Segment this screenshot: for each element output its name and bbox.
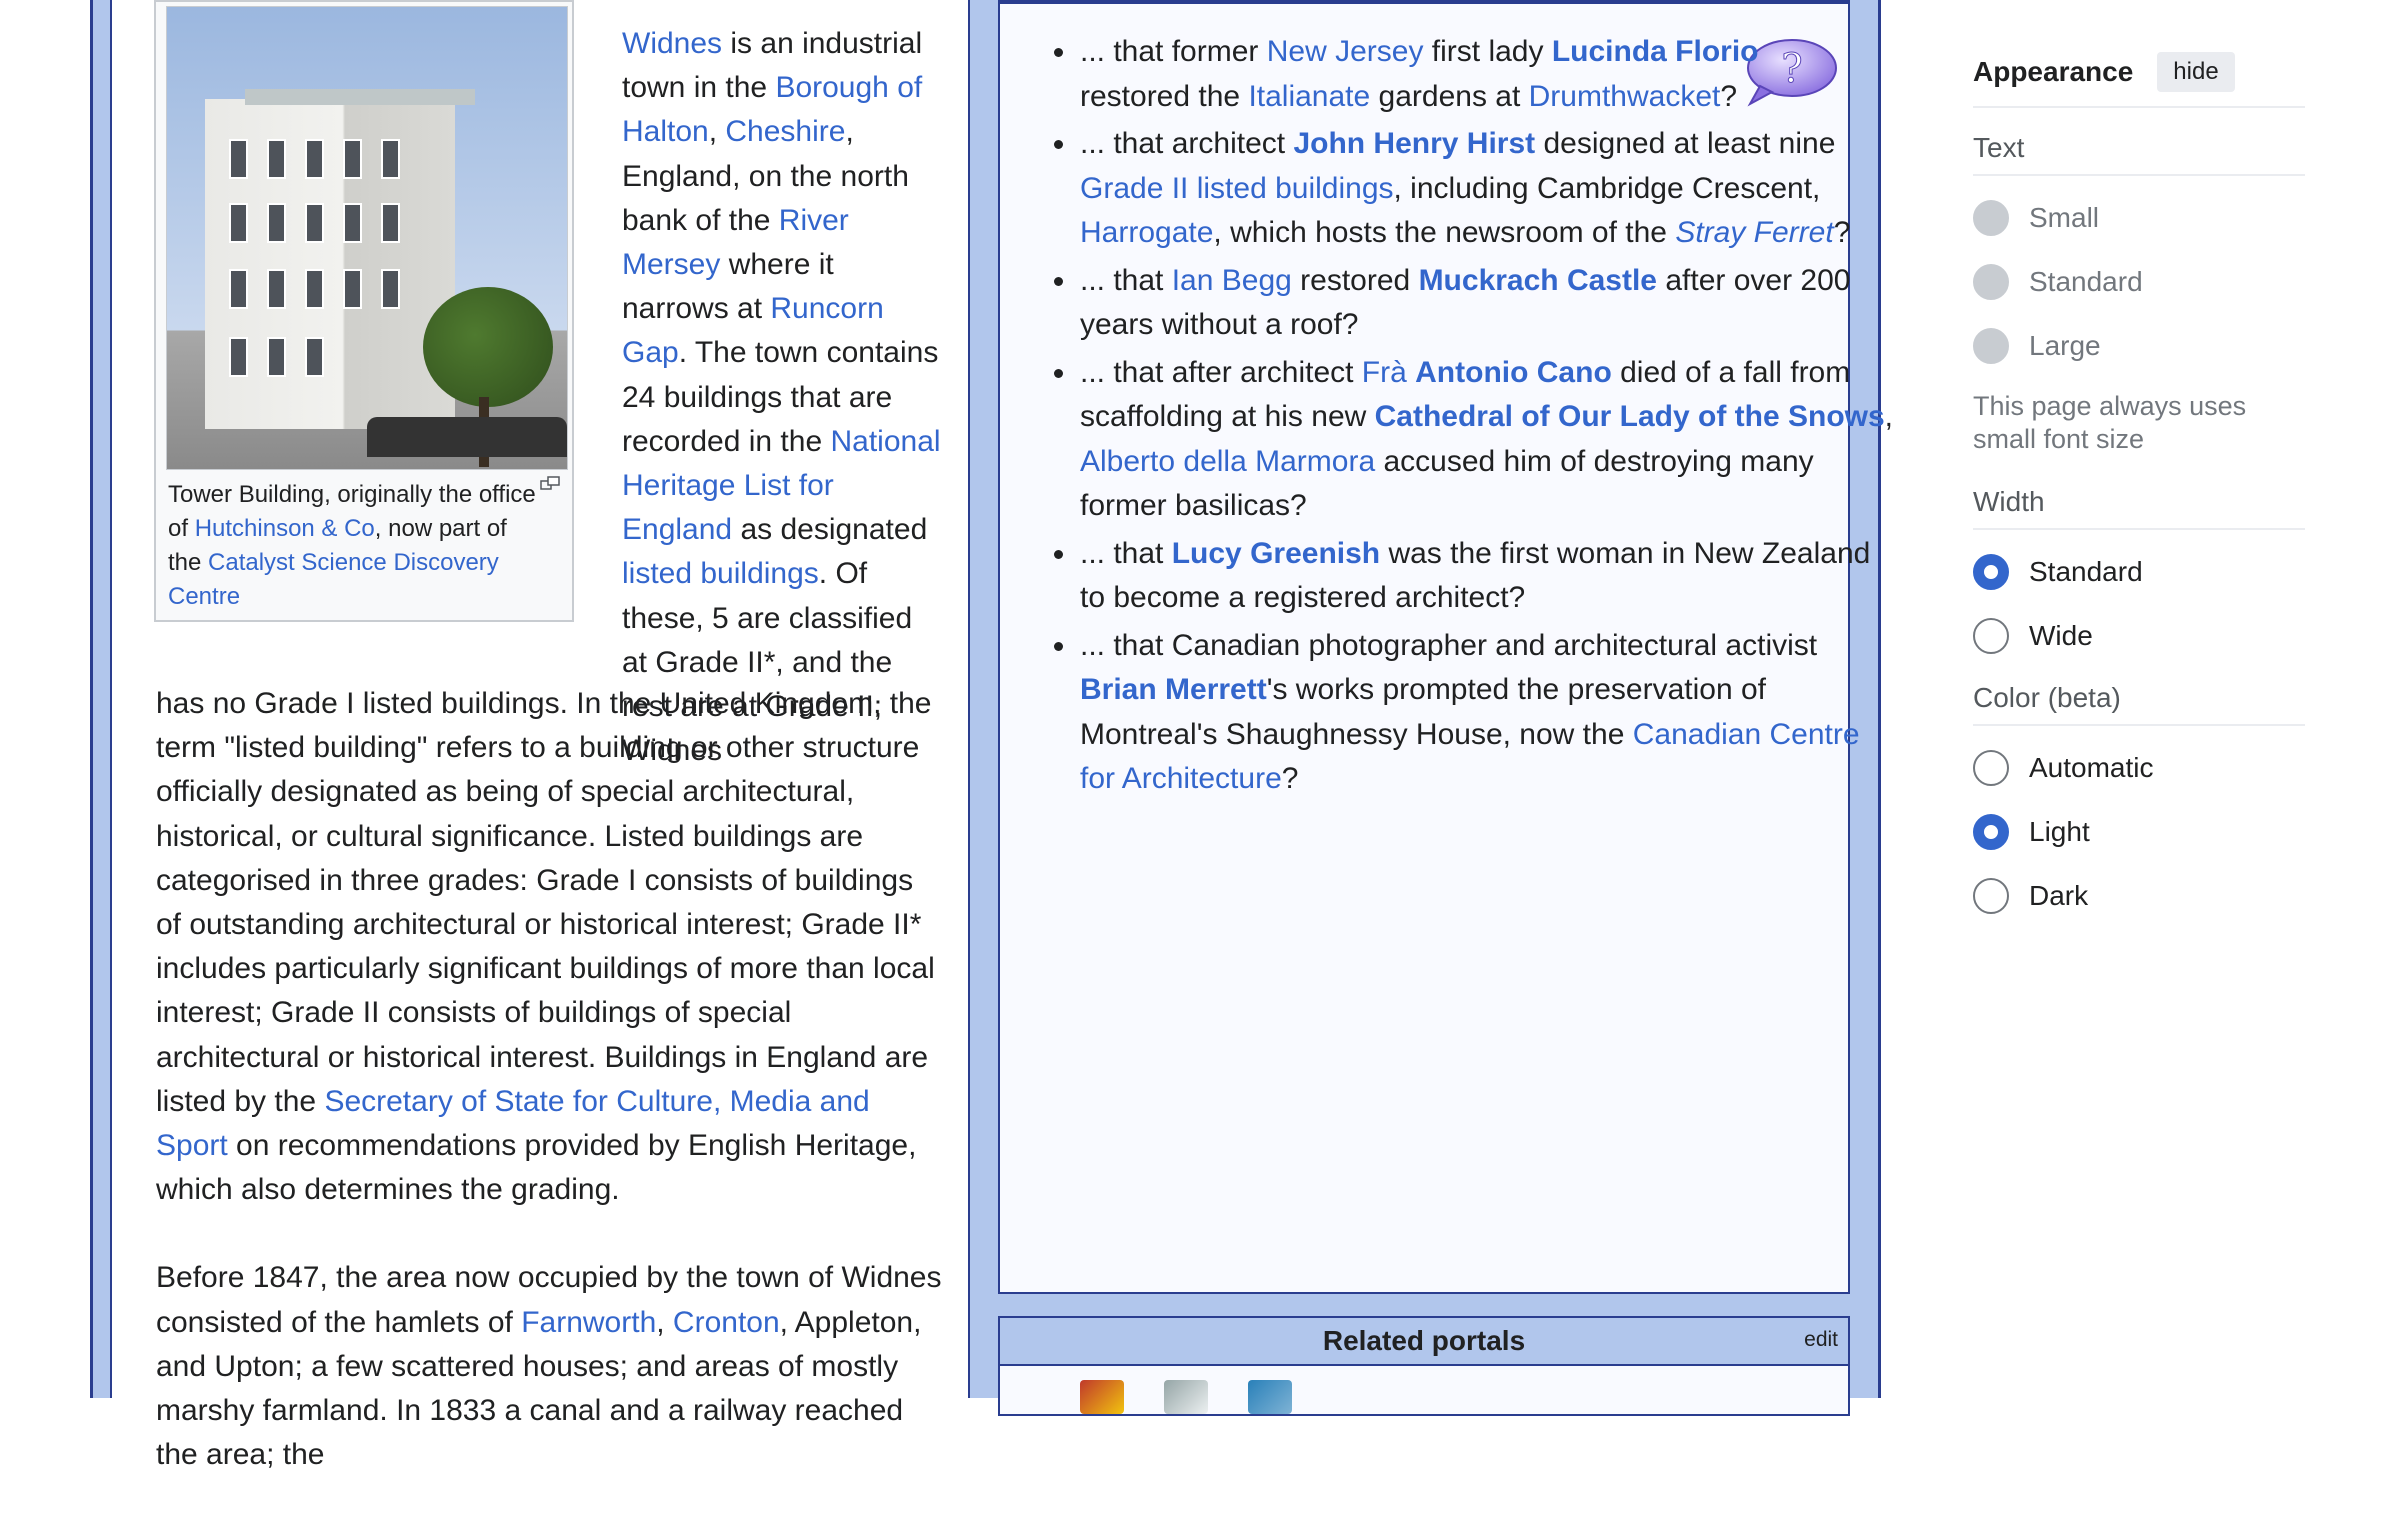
appearance-hide-button[interactable]: hide — [2157, 52, 2235, 92]
divider — [1973, 106, 2305, 108]
color-dark-option[interactable]: Dark — [1973, 864, 2305, 928]
caption-link-hutchinson[interactable]: Hutchinson & Co — [195, 515, 375, 542]
width-wide-radio[interactable] — [1973, 618, 2009, 654]
body-paragraph-2: Before 1847, the area now occupied by th… — [156, 1261, 942, 1472]
related-portal-item[interactable] — [1080, 1380, 1124, 1414]
color-dark-radio[interactable] — [1973, 878, 2009, 914]
portal-icon — [1164, 1380, 1208, 1414]
dyk-item: ... that Lucy Greenish was the first wom… — [1054, 532, 1900, 621]
parked-cars — [367, 417, 567, 457]
link-harrogate[interactable]: Harrogate — [1080, 216, 1213, 249]
portal-icon — [1248, 1380, 1292, 1414]
color-automatic-radio[interactable] — [1973, 750, 2009, 786]
link-muckrach-castle[interactable]: Muckrach Castle — [1419, 264, 1657, 297]
link-drumthwacket[interactable]: Drumthwacket — [1529, 80, 1721, 113]
text-size-standard-option: Standard — [1973, 250, 2305, 314]
link-john-henry-hirst[interactable]: John Henry Hirst — [1293, 127, 1535, 160]
link-brian-merrett[interactable]: Brian Merrett — [1080, 673, 1267, 706]
article-figure: Tower Building, originally the office of… — [154, 0, 574, 622]
related-portals-edit-link[interactable]: edit — [1804, 1328, 1838, 1352]
color-label: Color (beta) — [1973, 682, 2121, 713]
enlarge-icon[interactable] — [540, 476, 560, 490]
figure-caption: Tower Building, originally the office of… — [168, 481, 536, 610]
text-size-small-radio — [1973, 200, 2009, 236]
width-label: Width — [1973, 486, 2045, 517]
dyk-item: ... that Canadian photographer and archi… — [1054, 624, 1900, 802]
color-light-radio[interactable] — [1973, 814, 2009, 850]
link-fra[interactable]: Frà — [1362, 356, 1407, 389]
link-antonio-cano[interactable]: Antonio Cano — [1415, 356, 1612, 389]
link-lucinda-florio[interactable]: Lucinda Florio — [1552, 35, 1759, 68]
body-paragraph-1: has no Grade I listed buildings. In the … — [156, 687, 935, 1207]
did-you-know-list: ... that former New Jersey first lady Lu… — [1030, 30, 1900, 805]
width-wide-option[interactable]: Wide — [1973, 604, 2305, 668]
link-grade-ii-listed-buildings[interactable]: Grade II listed buildings — [1080, 172, 1394, 205]
divider — [1973, 528, 2305, 530]
dyk-item: ... that after architect Frà Antonio Can… — [1054, 351, 1900, 529]
link-farnworth[interactable]: Farnworth — [521, 1306, 656, 1339]
text-size-large-option: Large — [1973, 314, 2305, 378]
width-standard-radio[interactable] — [1973, 554, 2009, 590]
link-cathedral-our-lady-snows[interactable]: Cathedral of Our Lady of the Snows — [1375, 400, 1885, 433]
tree-shape — [423, 287, 553, 407]
link-lucy-greenish[interactable]: Lucy Greenish — [1172, 537, 1380, 570]
width-standard-option[interactable]: Standard — [1973, 540, 2305, 604]
text-size-large-radio — [1973, 328, 2009, 364]
related-portals-header: Related portals edit — [1000, 1318, 1848, 1366]
appearance-header: Appearance hide — [1973, 48, 2305, 96]
related-portals-box: Related portals edit — [998, 1316, 1850, 1416]
link-italianate[interactable]: Italianate — [1248, 80, 1370, 113]
dyk-item: ... that Ian Begg restored Muckrach Cast… — [1054, 259, 1900, 348]
link-listed-buildings[interactable]: listed buildings — [622, 557, 819, 590]
divider — [1973, 724, 2305, 726]
link-widnes[interactable]: Widnes — [622, 27, 722, 60]
link-ian-begg[interactable]: Ian Begg — [1172, 264, 1292, 297]
related-portals-title: Related portals — [1322, 1325, 1526, 1356]
link-alberto-della-marmora[interactable]: Alberto della Marmora — [1080, 445, 1375, 478]
color-automatic-option[interactable]: Automatic — [1973, 736, 2305, 800]
caption-link-catalyst[interactable]: Catalyst Science Discovery Centre — [168, 549, 499, 610]
link-new-jersey[interactable]: New Jersey — [1267, 35, 1424, 68]
dyk-item: ... that architect John Henry Hirst desi… — [1054, 122, 1900, 256]
article-body: has no Grade I listed buildings. In the … — [156, 682, 946, 1521]
color-light-option[interactable]: Light — [1973, 800, 2305, 864]
appearance-panel: Appearance hide Text Small Standard Larg… — [1973, 48, 2305, 928]
lead-paragraph: Widnes is an industrial town in the Boro… — [622, 27, 941, 768]
link-cronton[interactable]: Cronton — [673, 1306, 780, 1339]
text-size-small-option: Small — [1973, 186, 2305, 250]
dyk-item: ... that former New Jersey first lady Lu… — [1054, 30, 1900, 119]
tower-building-photo[interactable] — [166, 6, 568, 470]
appearance-title: Appearance — [1973, 56, 2134, 87]
related-portals-list — [1000, 1366, 1848, 1414]
text-size-label: Text — [1973, 132, 2025, 163]
portal-icon — [1080, 1380, 1124, 1414]
related-portal-item[interactable] — [1164, 1380, 1208, 1414]
related-portal-item[interactable] — [1248, 1380, 1292, 1414]
text-size-standard-radio — [1973, 264, 2009, 300]
text-size-note: This page always uses small font size — [1973, 391, 2247, 454]
link-cheshire[interactable]: Cheshire — [725, 115, 845, 148]
building-roof — [245, 89, 475, 105]
link-stray-ferret[interactable]: Stray Ferret — [1675, 216, 1833, 249]
divider — [1973, 174, 2305, 176]
